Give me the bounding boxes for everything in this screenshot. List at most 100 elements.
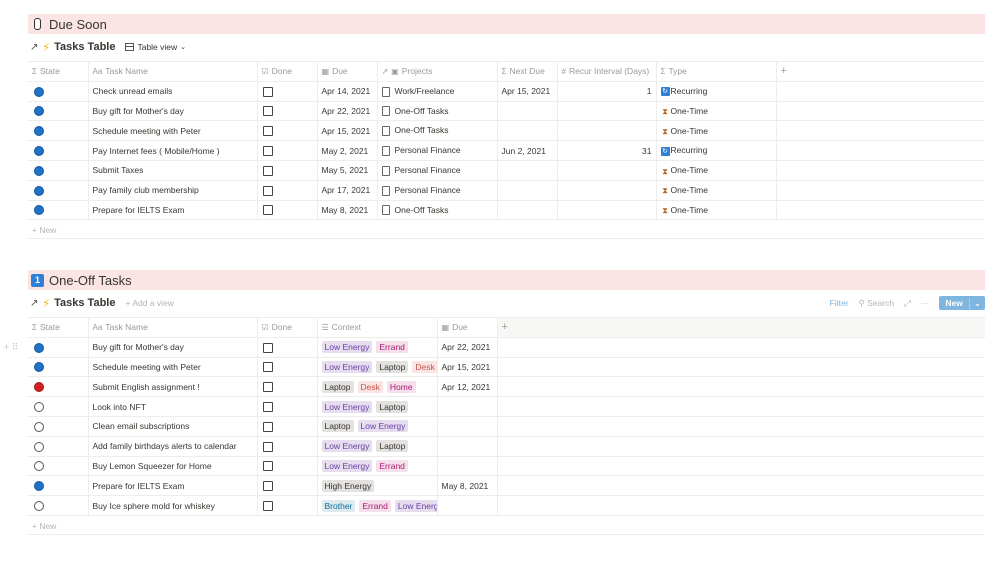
col-due[interactable]: ▦ Due — [317, 61, 378, 82]
task-name-cell[interactable]: Clean email subscriptions — [88, 416, 258, 437]
table-row[interactable]: Schedule meeting with Peter Low Energy Lap… — [28, 357, 985, 378]
recur-interval-cell[interactable] — [557, 120, 657, 142]
col-task-name[interactable]: Aa Task Name — [88, 61, 258, 82]
table-row[interactable]: Pay family club membership Apr 17, 2021 Pe… — [28, 180, 985, 201]
done-checkbox[interactable] — [262, 500, 273, 511]
table-row[interactable]: Submit Taxes May 5, 2021 Personal Finance ⧗… — [28, 160, 985, 181]
new-row-button[interactable]: + New — [32, 521, 56, 531]
done-cell[interactable] — [257, 376, 318, 398]
context-cell[interactable]: Low Energy Errand — [317, 456, 438, 477]
done-checkbox[interactable] — [262, 205, 273, 216]
due-cell[interactable]: Apr 12, 2021 — [437, 376, 498, 398]
done-cell[interactable] — [257, 337, 318, 358]
col-task-name[interactable]: Aa Task Name — [88, 317, 258, 338]
done-checkbox[interactable] — [262, 382, 273, 393]
db-title[interactable]: Tasks Table — [54, 297, 115, 309]
done-checkbox[interactable] — [262, 481, 273, 492]
due-cell[interactable]: Apr 22, 2021 — [317, 101, 378, 122]
due-cell[interactable]: May 2, 2021 — [317, 140, 378, 161]
col-state[interactable]: Σ State — [28, 61, 89, 82]
done-checkbox[interactable] — [262, 126, 273, 137]
recur-interval-cell[interactable]: 31 — [557, 140, 657, 161]
context-cell[interactable]: Low Energy Errand — [317, 337, 438, 358]
project-cell[interactable]: One-Off Tasks — [377, 101, 498, 122]
done-checkbox[interactable] — [262, 441, 273, 452]
table-row[interactable]: Check unread emails Apr 14, 2021 Work/Free… — [28, 81, 985, 102]
done-cell[interactable] — [257, 416, 318, 437]
chevron-down-icon[interactable]: ⌄ — [968, 297, 985, 309]
done-cell[interactable] — [257, 357, 318, 378]
filter-button[interactable]: Filter — [830, 298, 849, 308]
col-recur-interval[interactable]: # Recur Interval (Days) — [557, 61, 657, 82]
done-checkbox[interactable] — [262, 106, 273, 117]
table-row[interactable]: Buy gift for Mother's day Low Energy Erran… — [28, 337, 985, 358]
col-context[interactable]: ☰ Context — [317, 317, 438, 338]
context-cell[interactable]: BrotherErrandLow Energy — [317, 495, 438, 516]
task-name-cell[interactable]: Buy Lemon Squeezer for Home — [88, 456, 258, 477]
recur-interval-cell[interactable] — [557, 101, 657, 122]
due-cell[interactable] — [437, 436, 498, 457]
done-checkbox[interactable] — [262, 185, 273, 196]
col-type[interactable]: Σ Type — [656, 61, 777, 82]
search-button[interactable]: ⚲ Search — [859, 298, 895, 309]
table-row[interactable]: Add family birthdays alerts to calendar L… — [28, 436, 985, 457]
done-checkbox[interactable] — [262, 461, 273, 472]
project-cell[interactable]: Personal Finance — [377, 160, 498, 181]
task-name-cell[interactable]: Buy gift for Mother's day — [88, 337, 258, 358]
table-row[interactable]: Buy gift for Mother's day Apr 22, 2021 One… — [28, 101, 985, 122]
task-name-cell[interactable]: Submit English assignment ! — [88, 376, 258, 398]
col-next-due[interactable]: Σ Next Due — [497, 61, 558, 82]
done-cell[interactable] — [257, 160, 318, 181]
context-cell[interactable]: High Energy — [317, 475, 438, 497]
due-cell[interactable] — [437, 456, 498, 477]
project-cell[interactable]: Work/Freelance — [377, 81, 498, 102]
project-cell[interactable]: One-Off Tasks — [377, 200, 498, 221]
task-name-cell[interactable]: Buy gift for Mother's day — [88, 101, 258, 122]
due-cell[interactable]: Apr 14, 2021 — [317, 81, 378, 102]
due-cell[interactable]: May 8, 2021 — [317, 200, 378, 221]
done-checkbox[interactable] — [262, 86, 273, 97]
done-checkbox[interactable] — [262, 421, 273, 432]
more-icon[interactable]: ··· — [921, 298, 930, 308]
view-switcher[interactable]: Table view ⌄ — [125, 42, 186, 52]
task-name-cell[interactable]: Prepare for IELTS Exam — [88, 475, 258, 497]
recur-interval-cell[interactable] — [557, 160, 657, 181]
table-row[interactable]: Buy Ice sphere mold for whiskey Brother Er… — [28, 495, 985, 516]
done-cell[interactable] — [257, 200, 318, 221]
add-column-button[interactable]: + — [497, 317, 985, 338]
add-view-button[interactable]: + Add a view — [125, 298, 173, 308]
col-done[interactable]: ☑ Done — [257, 61, 318, 82]
drag-handle-icon[interactable]: + ⠿ — [4, 342, 18, 353]
done-checkbox[interactable] — [262, 342, 273, 353]
done-checkbox[interactable] — [262, 165, 273, 176]
due-cell[interactable] — [437, 416, 498, 437]
table-row[interactable]: Prepare for IELTS Exam High Energy May 8, … — [28, 475, 985, 497]
done-cell[interactable] — [257, 180, 318, 201]
db-title[interactable]: Tasks Table — [54, 41, 115, 53]
done-cell[interactable] — [257, 456, 318, 477]
col-done[interactable]: ☑ Done — [257, 317, 318, 338]
project-cell[interactable]: One-Off Tasks — [377, 120, 498, 142]
recur-interval-cell[interactable] — [557, 180, 657, 201]
table-row[interactable]: Buy Lemon Squeezer for Home Low Energy Err… — [28, 456, 985, 477]
context-cell[interactable]: Low Energy Laptop — [317, 436, 438, 457]
new-button[interactable]: New ⌄ — [939, 296, 985, 310]
add-column-button[interactable]: + — [776, 61, 985, 82]
recur-interval-cell[interactable] — [557, 200, 657, 221]
table-row[interactable]: Submit English assignment ! Laptop Desk Hom… — [28, 376, 985, 398]
arrow-up-right-icon[interactable]: ↗ — [30, 298, 38, 309]
recur-interval-cell[interactable]: 1 — [557, 81, 657, 102]
done-cell[interactable] — [257, 101, 318, 122]
task-name-cell[interactable]: Pay Internet fees ( Mobile/Home ) — [88, 140, 258, 161]
done-cell[interactable] — [257, 140, 318, 161]
due-cell[interactable] — [437, 495, 498, 516]
done-cell[interactable] — [257, 120, 318, 142]
table-row[interactable]: Schedule meeting with Peter Apr 15, 2021 O… — [28, 120, 985, 142]
due-cell[interactable]: May 5, 2021 — [317, 160, 378, 181]
task-name-cell[interactable]: Pay family club membership — [88, 180, 258, 201]
arrow-up-right-icon[interactable]: ↗ — [30, 42, 38, 53]
new-row-button[interactable]: + New — [32, 225, 56, 235]
col-state[interactable]: Σ State — [28, 317, 89, 338]
table-row[interactable]: Look into NFT Low Energy Laptop — [28, 396, 985, 417]
table-row[interactable]: Clean email subscriptions Laptop Low Energ… — [28, 416, 985, 437]
